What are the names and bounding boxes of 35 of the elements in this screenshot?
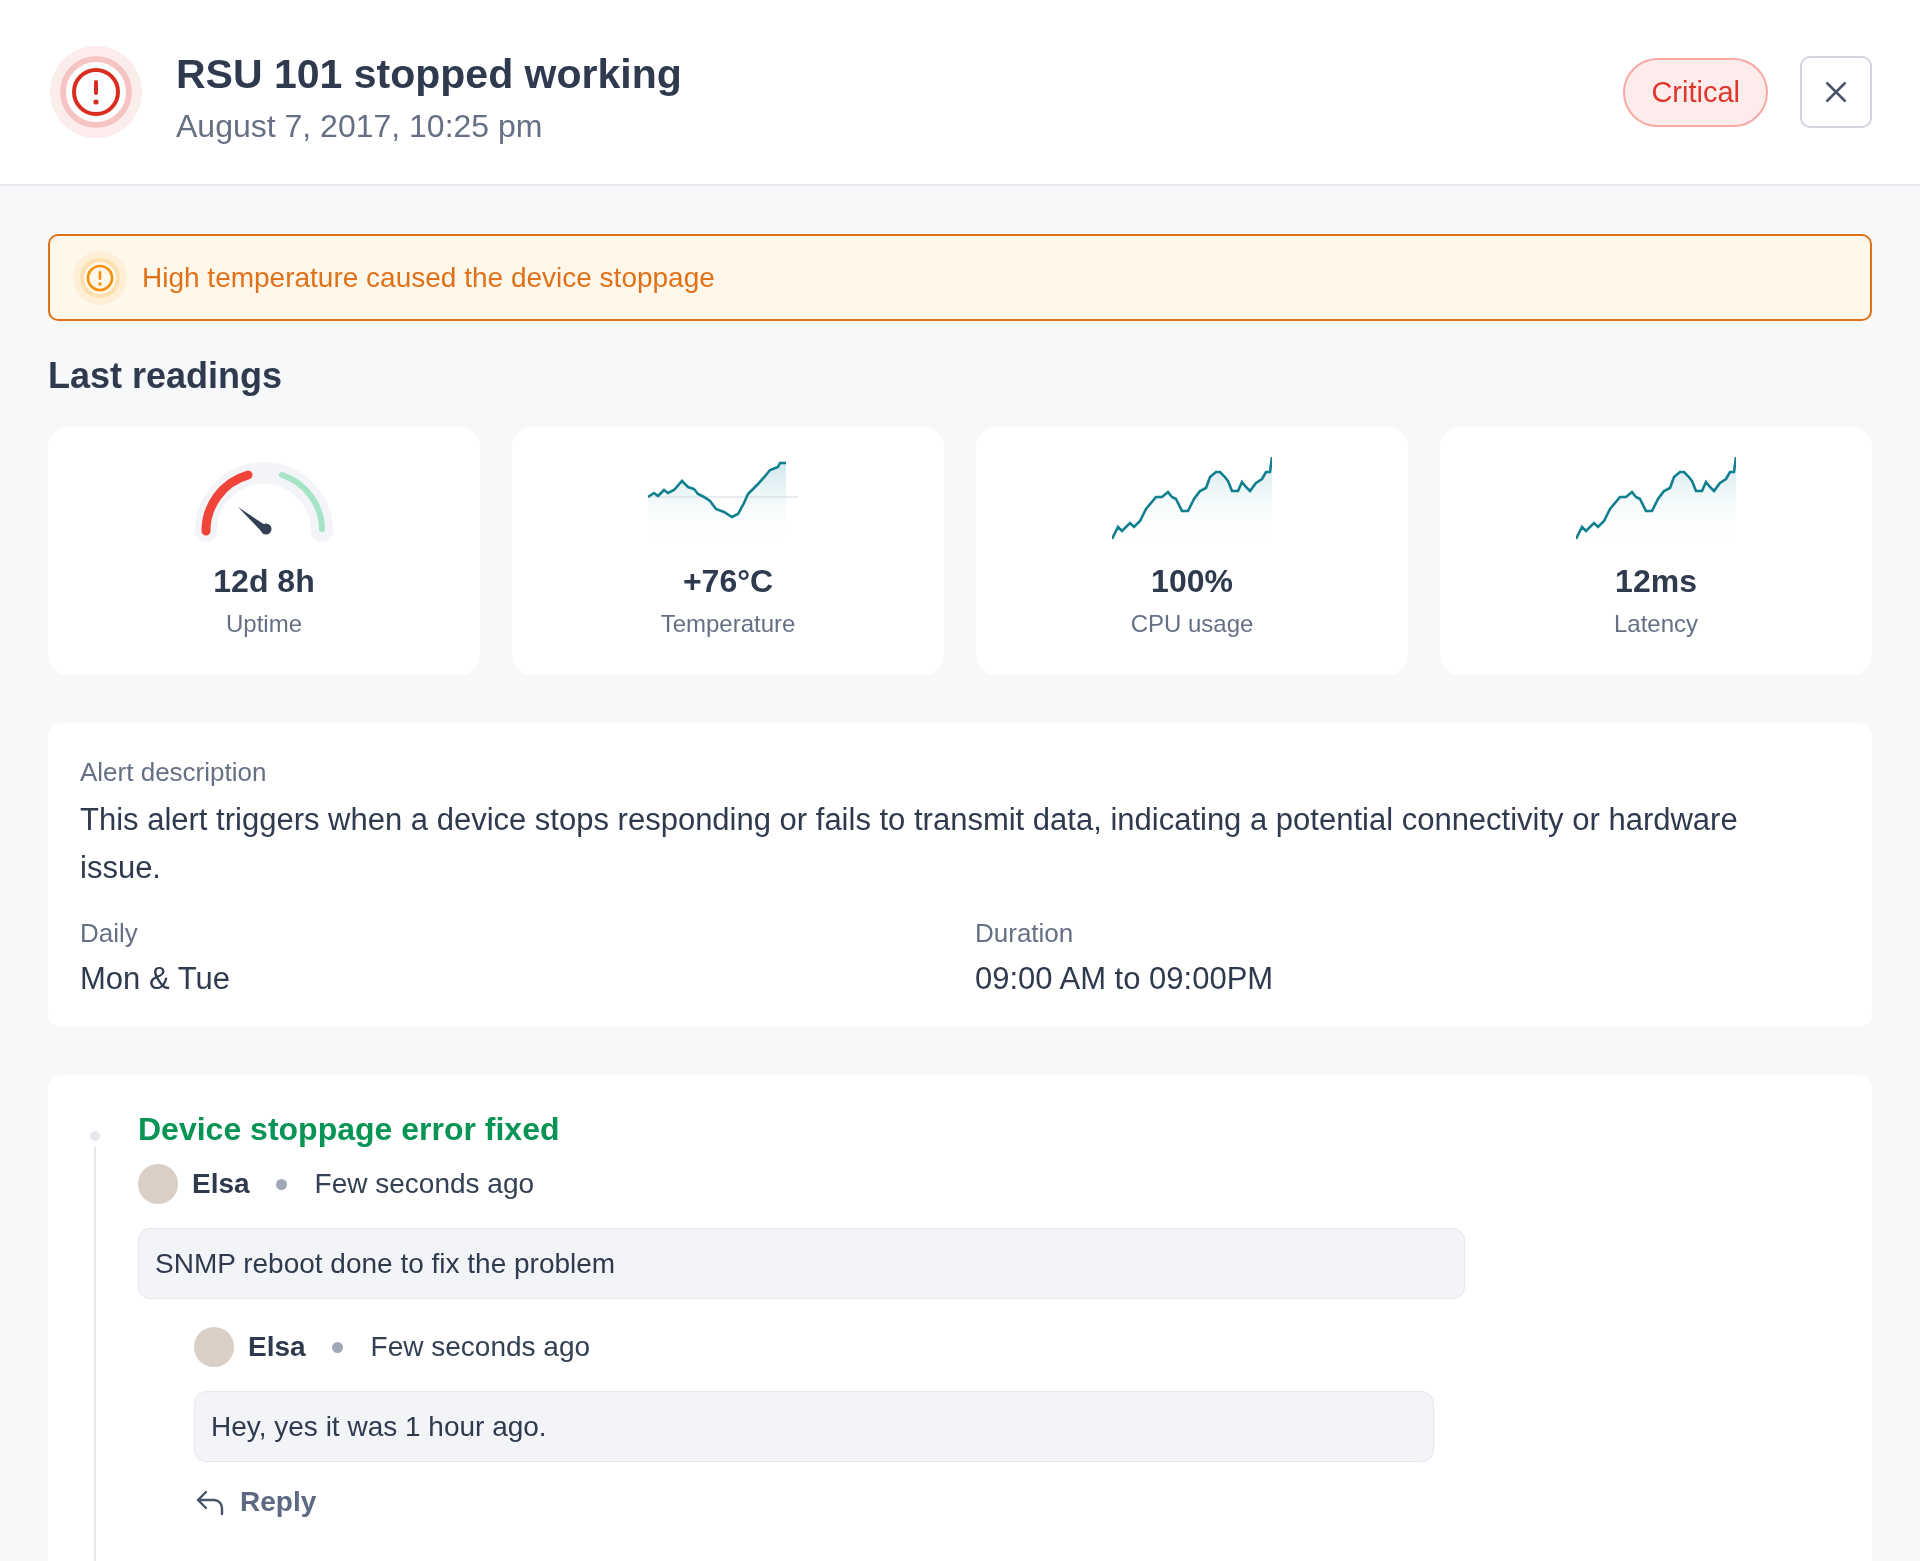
reading-label: CPU usage bbox=[1130, 610, 1254, 638]
avatar bbox=[194, 1327, 234, 1367]
alert-title: RSU 101 stopped working bbox=[176, 51, 683, 98]
description-label: Alert description bbox=[80, 757, 268, 788]
reading-label: Uptime bbox=[226, 610, 302, 638]
description-text: This alert triggers when a device stops responding or fails to transmit data, indicating a potential connectivity or hardware issue. bbox=[80, 801, 1739, 887]
section-heading: Last readings bbox=[48, 355, 284, 397]
reading-value: 100% bbox=[1151, 563, 1233, 600]
warning-icon bbox=[72, 249, 128, 306]
comment-text: Hey, yes it was 1 hour ago. bbox=[194, 1391, 1434, 1462]
severity-badge: Critical bbox=[1623, 57, 1768, 127]
comment-time: Few seconds ago bbox=[370, 1331, 591, 1363]
comment-text: SNMP reboot done to fix the problem bbox=[138, 1228, 1465, 1299]
field-value: 09:00 AM to 09:00PM bbox=[975, 961, 1275, 997]
activity-title: Device stoppage error fixed bbox=[138, 1111, 561, 1148]
author-name: Elsa bbox=[192, 1168, 250, 1200]
separator-dot bbox=[331, 1341, 343, 1353]
reading-value: +76°C bbox=[682, 563, 774, 600]
comment-time: Few seconds ago bbox=[314, 1168, 535, 1200]
separator-dot bbox=[275, 1178, 287, 1190]
avatar bbox=[138, 1164, 178, 1204]
alert-timestamp: August 7, 2017, 10:25 pm bbox=[176, 108, 544, 145]
close-button[interactable] bbox=[1800, 56, 1872, 128]
alert-icon bbox=[48, 44, 144, 140]
field-label: Daily bbox=[80, 918, 139, 949]
field-label: Duration bbox=[975, 918, 1075, 949]
reading-value: 12ms bbox=[1615, 563, 1697, 600]
warning-message: High temperature caused the device stoppage bbox=[142, 261, 715, 294]
reading-value: 12d 8h bbox=[213, 563, 315, 600]
author-name: Elsa bbox=[248, 1331, 306, 1363]
reply-button[interactable]: Reply bbox=[194, 1486, 317, 1518]
timeline-dot bbox=[90, 1131, 100, 1141]
reading-label: Latency bbox=[1613, 610, 1699, 638]
field-value: Mon & Tue bbox=[80, 961, 231, 997]
reading-label: Temperature bbox=[660, 610, 796, 638]
